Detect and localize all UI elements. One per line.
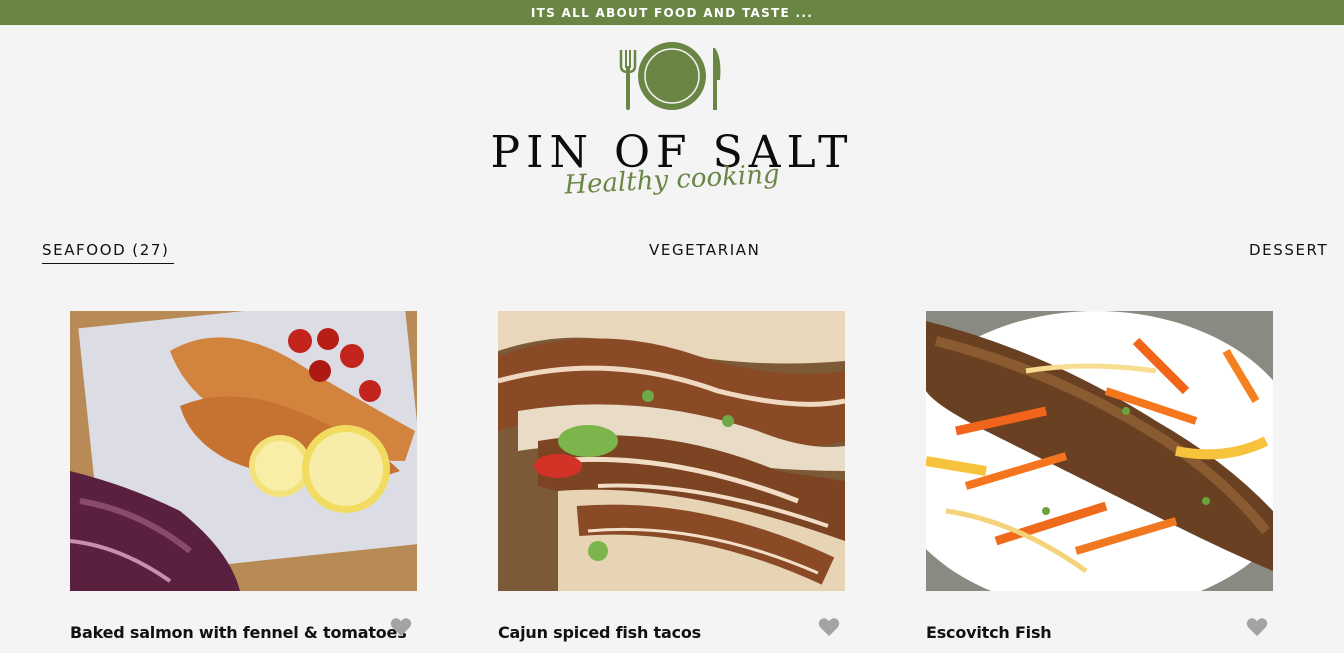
plate-fork-knife-icon[interactable] (618, 40, 726, 112)
recipe-image[interactable] (70, 311, 417, 591)
nav-vegetarian[interactable]: VEGETARIAN (649, 240, 760, 260)
nav-seafood-count: (27) (132, 241, 170, 259)
heart-icon[interactable] (390, 617, 412, 637)
recipe-card[interactable]: Escovitch Fish (926, 311, 1273, 642)
top-banner: ITS ALL ABOUT FOOD AND TASTE ... (0, 0, 1344, 25)
nav-seafood-label: SEAFOOD (42, 241, 127, 259)
heart-icon[interactable] (818, 617, 840, 637)
recipe-title[interactable]: Cajun spiced fish tacos (498, 623, 701, 642)
recipe-card[interactable]: Cajun spiced fish tacos (498, 311, 845, 642)
recipe-image[interactable] (926, 311, 1273, 591)
recipe-title[interactable]: Escovitch Fish (926, 623, 1052, 642)
heart-icon[interactable] (1246, 617, 1268, 637)
nav-dessert[interactable]: DESSERT (1249, 240, 1328, 260)
recipe-image[interactable] (498, 311, 845, 591)
recipe-title[interactable]: Baked salmon with fennel & tomatoes (70, 623, 407, 642)
nav-seafood[interactable]: SEAFOOD (27) (42, 240, 174, 264)
tagline: ITS ALL ABOUT FOOD AND TASTE ... (530, 5, 814, 20)
recipe-card[interactable]: Baked salmon with fennel & tomatoes (70, 311, 417, 642)
